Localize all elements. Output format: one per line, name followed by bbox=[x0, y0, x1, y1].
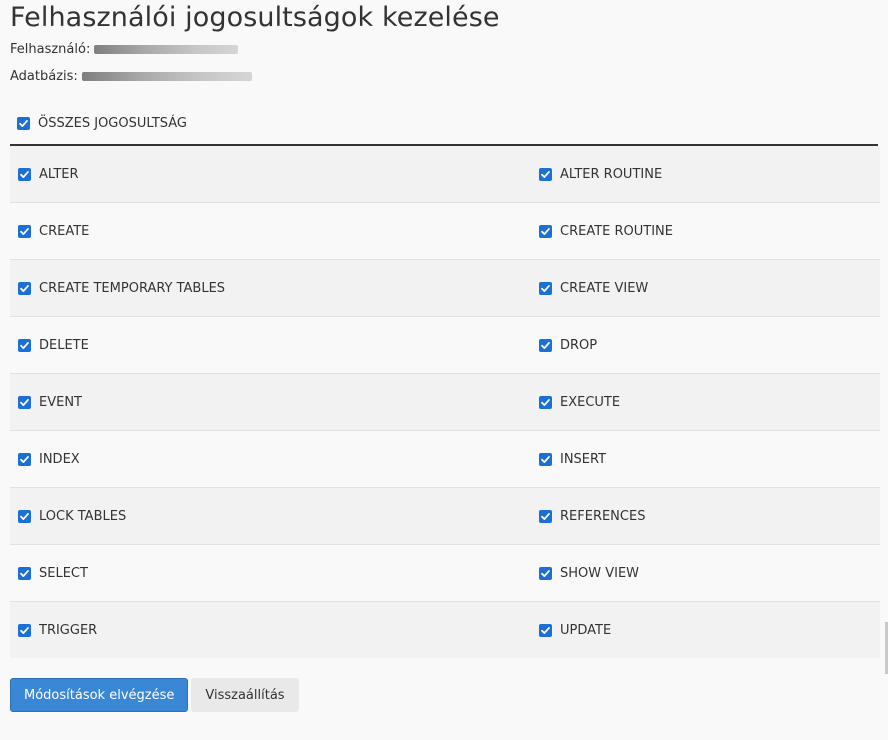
privilege-row: TRIGGER UPDATE bbox=[10, 602, 880, 658]
privilege-checkbox-alter[interactable] bbox=[18, 167, 31, 181]
checkmark-icon bbox=[20, 455, 29, 463]
privilege-label: ALTER bbox=[39, 166, 79, 182]
checkmark-icon bbox=[20, 626, 29, 634]
page-title: Felhasználói jogosultságok kezelése bbox=[10, 2, 500, 33]
privilege-item[interactable]: UPDATE bbox=[531, 623, 880, 638]
user-label: Felhasználó: bbox=[10, 41, 91, 57]
all-privileges-row[interactable]: ÖSSZES JOGOSULTSÁG bbox=[10, 102, 878, 146]
privilege-label: EXECUTE bbox=[560, 394, 621, 410]
privilege-checkbox-lock-tables[interactable] bbox=[18, 509, 31, 523]
privilege-row: SELECT SHOW VIEW bbox=[10, 545, 880, 602]
redacted-username bbox=[94, 45, 239, 54]
privilege-item[interactable]: INDEX bbox=[10, 452, 531, 467]
privilege-item[interactable]: SELECT bbox=[10, 566, 531, 581]
checkmark-icon bbox=[541, 170, 550, 178]
privilege-label: SHOW VIEW bbox=[560, 565, 640, 581]
privilege-label: CREATE ROUTINE bbox=[560, 223, 673, 239]
checkmark-icon bbox=[541, 284, 550, 292]
checkmark-icon bbox=[20, 227, 29, 235]
privilege-item[interactable]: LOCK TABLES bbox=[10, 509, 531, 524]
checkmark-icon bbox=[541, 569, 550, 577]
privilege-item[interactable]: INSERT bbox=[531, 452, 880, 467]
checkmark-icon bbox=[20, 398, 29, 406]
privilege-label: EVENT bbox=[39, 394, 82, 410]
privilege-label: CREATE VIEW bbox=[560, 280, 649, 296]
database-label: Adatbázis: bbox=[10, 68, 78, 84]
privileges-table: ALTER ALTER ROUTINE CREATE CREATE ROUTINE CR… bbox=[10, 146, 880, 658]
privilege-checkbox-trigger[interactable] bbox=[18, 623, 31, 637]
user-row: Felhasználó: bbox=[10, 36, 878, 63]
privilege-checkbox-alter-routine[interactable] bbox=[539, 167, 552, 181]
privilege-label: INDEX bbox=[39, 451, 80, 467]
privilege-item[interactable]: EXECUTE bbox=[531, 395, 880, 410]
checkmark-icon bbox=[20, 170, 29, 178]
privilege-row: CREATE CREATE ROUTINE bbox=[10, 203, 880, 260]
privilege-item[interactable]: CREATE ROUTINE bbox=[531, 224, 880, 239]
privilege-item[interactable]: CREATE bbox=[10, 224, 531, 239]
privilege-row: INDEX INSERT bbox=[10, 431, 880, 488]
privilege-label: REFERENCES bbox=[560, 508, 646, 524]
privilege-checkbox-select[interactable] bbox=[18, 566, 31, 580]
checkmark-icon bbox=[541, 341, 550, 349]
privilege-label: ALTER ROUTINE bbox=[560, 166, 663, 182]
privilege-checkbox-update[interactable] bbox=[539, 623, 552, 637]
checkmark-icon bbox=[541, 227, 550, 235]
checkmark-icon bbox=[541, 626, 550, 634]
privilege-checkbox-insert[interactable] bbox=[539, 452, 552, 466]
privilege-label: TRIGGER bbox=[39, 622, 98, 638]
redacted-database bbox=[81, 72, 252, 81]
privilege-item[interactable]: DROP bbox=[531, 338, 880, 353]
privilege-item[interactable]: SHOW VIEW bbox=[531, 566, 880, 581]
privilege-checkbox-references[interactable] bbox=[539, 509, 552, 523]
checkmark-icon bbox=[541, 398, 550, 406]
privilege-item[interactable]: CREATE VIEW bbox=[531, 281, 880, 296]
database-row: Adatbázis: bbox=[10, 63, 878, 90]
privilege-row: ALTER ALTER ROUTINE bbox=[10, 146, 880, 203]
checkmark-icon bbox=[541, 455, 550, 463]
privilege-item[interactable]: TRIGGER bbox=[10, 623, 531, 638]
privilege-item[interactable]: DELETE bbox=[10, 338, 531, 353]
checkmark-icon bbox=[20, 512, 29, 520]
checkmark-icon bbox=[541, 512, 550, 520]
privilege-checkbox-create[interactable] bbox=[18, 224, 31, 238]
privilege-checkbox-create-view[interactable] bbox=[539, 281, 552, 295]
privilege-label: DELETE bbox=[39, 337, 89, 353]
privilege-checkbox-drop[interactable] bbox=[539, 338, 552, 352]
privilege-checkbox-execute[interactable] bbox=[539, 395, 552, 409]
privilege-checkbox-delete[interactable] bbox=[18, 338, 31, 352]
privilege-label: DROP bbox=[560, 337, 598, 353]
all-privileges-label: ÖSSZES JOGOSULTSÁG bbox=[38, 115, 188, 131]
make-changes-button[interactable]: Módosítások elvégzése bbox=[10, 678, 189, 712]
privilege-label: LOCK TABLES bbox=[39, 508, 127, 524]
privilege-checkbox-show-view[interactable] bbox=[539, 566, 552, 580]
privilege-label: UPDATE bbox=[560, 622, 612, 638]
privilege-checkbox-create-temporary-tables[interactable] bbox=[18, 281, 31, 295]
all-privileges-checkbox[interactable] bbox=[17, 116, 30, 130]
reset-button[interactable]: Visszaállítás bbox=[191, 678, 299, 712]
privilege-row: DELETE DROP bbox=[10, 317, 880, 374]
privilege-row: CREATE TEMPORARY TABLES CREATE VIEW bbox=[10, 260, 880, 317]
checkmark-icon bbox=[20, 284, 29, 292]
privilege-row: EVENT EXECUTE bbox=[10, 374, 880, 431]
privilege-item[interactable]: CREATE TEMPORARY TABLES bbox=[10, 281, 531, 296]
privilege-label: INSERT bbox=[560, 451, 607, 467]
manage-privileges-page: Felhasználói jogosultságok kezelése Felh… bbox=[0, 0, 888, 740]
privilege-item[interactable]: REFERENCES bbox=[531, 509, 880, 524]
privilege-item[interactable]: ALTER bbox=[10, 167, 531, 182]
privilege-checkbox-event[interactable] bbox=[18, 395, 31, 409]
privilege-checkbox-create-routine[interactable] bbox=[539, 224, 552, 238]
privilege-item[interactable]: ALTER ROUTINE bbox=[531, 167, 880, 182]
form-actions: Módosítások elvégzése Visszaállítás bbox=[10, 678, 878, 712]
privilege-label: SELECT bbox=[39, 565, 88, 581]
privilege-label: CREATE TEMPORARY TABLES bbox=[39, 280, 226, 296]
privilege-row: LOCK TABLES REFERENCES bbox=[10, 488, 880, 545]
privilege-checkbox-index[interactable] bbox=[18, 452, 31, 466]
privilege-label: CREATE bbox=[39, 223, 90, 239]
checkmark-icon bbox=[20, 341, 29, 349]
privilege-item[interactable]: EVENT bbox=[10, 395, 531, 410]
checkmark-icon bbox=[20, 569, 29, 577]
checkmark-icon bbox=[19, 119, 28, 127]
